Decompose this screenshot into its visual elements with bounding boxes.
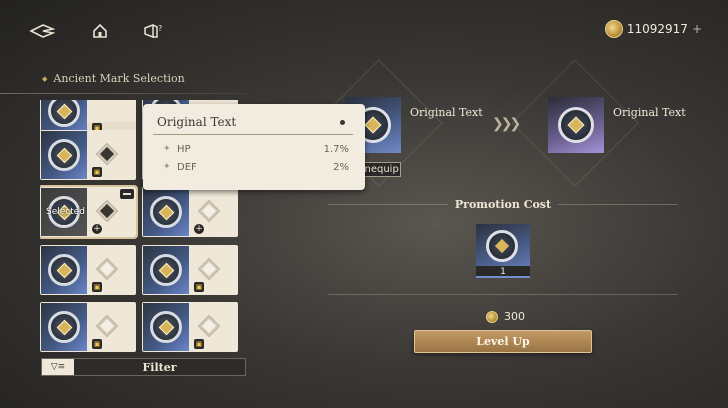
mark-card[interactable]: ▣ xyxy=(142,245,238,295)
divider xyxy=(0,93,246,94)
mark-card[interactable]: ▣ xyxy=(40,130,136,180)
stat-value: 1.7% xyxy=(323,144,349,155)
mark-image xyxy=(41,246,87,294)
tooltip-stat-row: DEF 2% xyxy=(163,162,349,173)
panel-title-text: Ancient Mark Selection xyxy=(53,72,185,85)
selected-label: Selected xyxy=(46,207,86,217)
mark-tooltip: Original Text HP 1.7% DEF 2% xyxy=(143,104,365,190)
tooltip-stat-row: HP 1.7% xyxy=(163,144,349,155)
add-gold-button[interactable]: + xyxy=(692,22,702,36)
material-icon xyxy=(486,230,518,262)
filter-label: Filter xyxy=(142,360,177,374)
gold-cost-value: 300 xyxy=(504,310,525,323)
mark-card[interactable]: ▣ xyxy=(40,245,136,295)
panel-title: ◆ Ancient Mark Selection xyxy=(42,72,185,85)
filter-button[interactable]: ▽≡ Filter xyxy=(41,358,246,376)
filter-icon: ▽≡ xyxy=(42,359,74,375)
socket-icon xyxy=(197,257,221,281)
divider xyxy=(558,204,678,205)
mark-card[interactable]: ▣ xyxy=(142,302,238,352)
deselect-icon[interactable] xyxy=(120,189,134,199)
socket-icon xyxy=(95,142,119,166)
gold-amount: 11092917 xyxy=(626,22,688,36)
mark-image xyxy=(41,131,87,179)
home-icon[interactable] xyxy=(86,18,114,44)
divider xyxy=(328,294,678,295)
help-guide-icon[interactable]: ? xyxy=(140,18,168,44)
top-bar: ? 11092917 + xyxy=(0,0,728,60)
socket-icon xyxy=(95,314,119,338)
promotion-material[interactable]: 1 xyxy=(476,224,530,278)
level-badge-icon: ▣ xyxy=(92,282,102,292)
next-mark-image xyxy=(548,97,604,153)
mark-image xyxy=(143,246,189,294)
socket-icon xyxy=(197,314,221,338)
level-badge-icon: ▣ xyxy=(194,339,204,349)
add-icon: + xyxy=(92,224,102,234)
back-icon[interactable] xyxy=(28,18,56,44)
add-icon: + xyxy=(194,224,204,234)
next-mark-name: Original Text xyxy=(613,106,686,119)
socket-icon xyxy=(197,199,221,223)
gold-coin-icon xyxy=(486,310,498,323)
mark-card-selected[interactable]: Selected + xyxy=(40,185,138,239)
stat-name: HP xyxy=(163,144,191,155)
level-badge-icon: ▣ xyxy=(194,282,204,292)
socket-icon xyxy=(95,257,119,281)
stat-value: 2% xyxy=(333,162,349,173)
level-badge-icon: ▣ xyxy=(92,339,102,349)
mark-image xyxy=(41,303,87,351)
current-mark-name: Original Text xyxy=(410,106,483,119)
mark-image xyxy=(143,303,189,351)
mark-card[interactable]: + xyxy=(142,187,238,237)
mark-image xyxy=(143,188,189,236)
mark-card[interactable]: ▣ xyxy=(40,302,136,352)
level-up-button[interactable]: Level Up xyxy=(414,330,592,353)
gold-currency: 11092917 + xyxy=(604,20,702,38)
tooltip-dot-icon xyxy=(340,120,345,125)
divider xyxy=(153,134,353,135)
title-marker-icon: ◆ xyxy=(42,74,48,83)
tooltip-title: Original Text xyxy=(157,115,237,129)
gold-cost: 300 xyxy=(486,310,525,323)
gold-coin-icon xyxy=(604,20,623,38)
material-quantity: 1 xyxy=(476,266,530,278)
level-badge-icon: ▣ xyxy=(92,167,102,177)
socket-icon xyxy=(95,199,119,223)
stat-name: DEF xyxy=(163,162,197,173)
svg-text:?: ? xyxy=(158,24,162,33)
